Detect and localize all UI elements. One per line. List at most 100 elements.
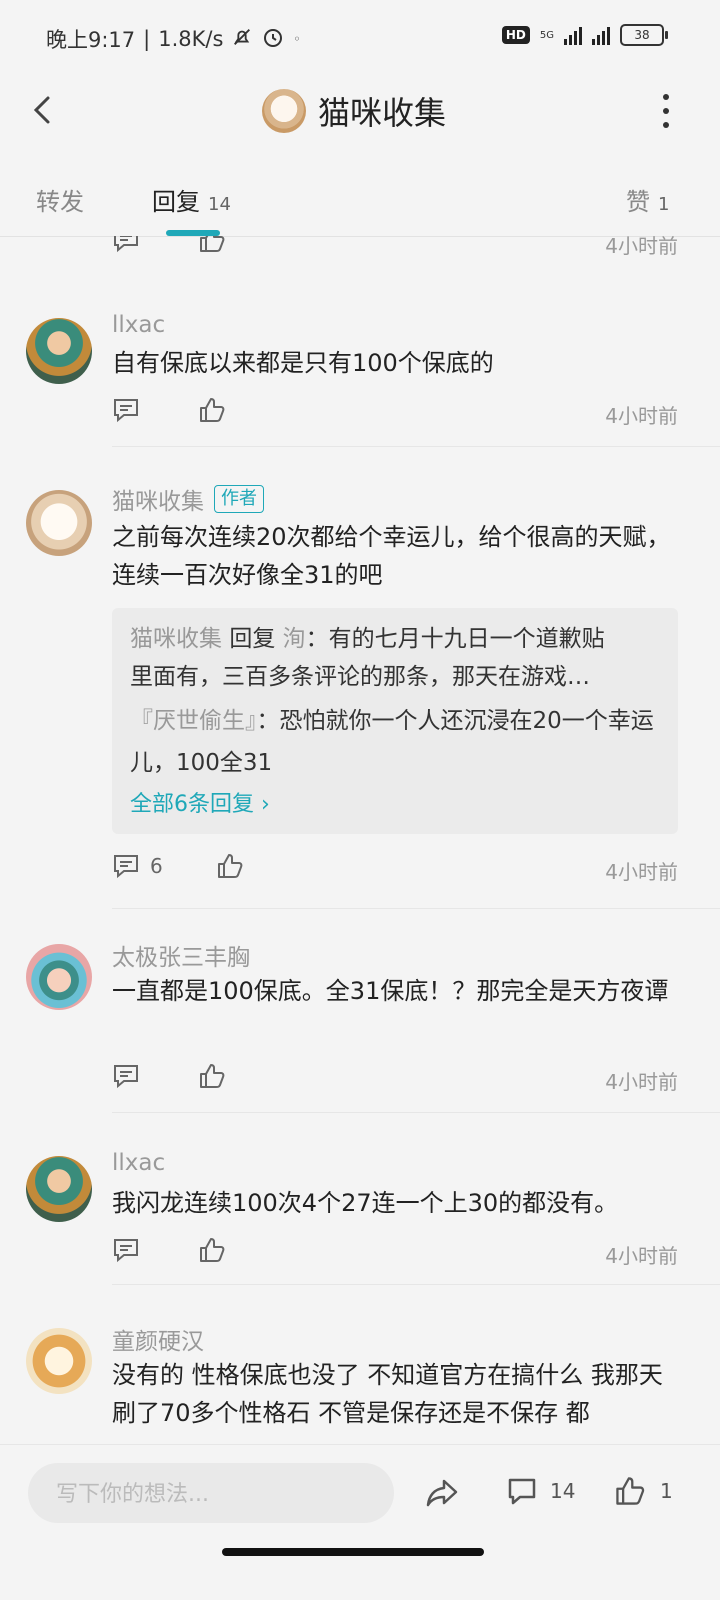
bottom-bar: 14 1 bbox=[0, 1444, 720, 1543]
share-button[interactable] bbox=[424, 1477, 460, 1513]
like-action[interactable] bbox=[216, 852, 244, 884]
tab-replies-label: 回复 bbox=[152, 188, 200, 216]
sub-replies-box[interactable]: 猫咪收集 回复 洵：有的七月十九日一个道歉贴 里面有，三百多条评论的那条，那天在… bbox=[112, 608, 678, 834]
like-action[interactable] bbox=[198, 1062, 226, 1094]
comment-time: 4小时前 bbox=[605, 1244, 678, 1268]
tab-replies-count: 14 bbox=[208, 194, 231, 215]
status-speed: 1.8K/s bbox=[158, 27, 224, 51]
like-action[interactable] bbox=[198, 236, 226, 258]
username-text: llxac bbox=[112, 312, 166, 338]
reply-action[interactable] bbox=[112, 236, 140, 254]
tab-replies[interactable]: 回复 14 bbox=[152, 182, 231, 217]
like-action[interactable] bbox=[198, 396, 226, 428]
tab-likes[interactable]: 赞1 bbox=[626, 182, 669, 217]
share-icon bbox=[426, 1479, 458, 1507]
alarm-icon bbox=[261, 25, 285, 54]
sub-reply-target[interactable]: 洵 bbox=[283, 626, 306, 652]
hd-badge: HD bbox=[501, 26, 530, 44]
reply-action[interactable] bbox=[112, 1236, 140, 1264]
comment-username[interactable]: 猫咪收集 作者 bbox=[112, 482, 264, 516]
like-button[interactable]: 1 bbox=[614, 1475, 673, 1507]
thumbs-up-icon bbox=[218, 854, 243, 878]
comments-count: 14 bbox=[550, 1479, 576, 1503]
sub-reply[interactable]: 猫咪收集 回复 洵：有的七月十九日一个道歉贴 bbox=[130, 620, 660, 658]
signal-icon-2 bbox=[592, 25, 610, 45]
comment-username[interactable]: llxac bbox=[112, 1150, 165, 1176]
sub-reply-username[interactable]: 猫咪收集 bbox=[130, 626, 222, 652]
mute-icon bbox=[231, 26, 253, 53]
comment-time: 4小时前 bbox=[605, 404, 678, 428]
back-button[interactable] bbox=[24, 90, 64, 130]
all-replies-label: 全部6条回复 bbox=[130, 792, 254, 817]
username-text: 太极张三丰胸 bbox=[112, 945, 250, 971]
thumbs-up-icon bbox=[200, 1064, 225, 1088]
sub-reply-username[interactable]: 『厌世偷生』 bbox=[130, 708, 257, 734]
partial-actions-row: 4小时前 bbox=[112, 236, 678, 260]
comment-icon bbox=[114, 1065, 138, 1089]
author-badge: 作者 bbox=[214, 485, 264, 513]
comment-icon bbox=[114, 855, 138, 879]
username-text: 童颜硬汉 bbox=[112, 1329, 204, 1355]
sub-reply-verb: 回复 bbox=[229, 626, 276, 652]
back-arrow-icon bbox=[33, 96, 50, 124]
chevron-right-icon: › bbox=[261, 792, 270, 817]
network-label: 5G bbox=[539, 29, 554, 41]
comment-username[interactable]: 童颜硬汉 bbox=[112, 1322, 204, 1356]
comment-icon bbox=[508, 1478, 536, 1505]
home-indicator[interactable] bbox=[222, 1548, 484, 1556]
thumbs-up-icon bbox=[200, 236, 225, 252]
comment-text[interactable]: 一直都是100保底。全31保底！？那完全是天方夜谭 bbox=[112, 972, 672, 1010]
title-avatar[interactable] bbox=[262, 89, 306, 133]
user-avatar[interactable] bbox=[26, 1328, 92, 1394]
tab-forward-label: 转发 bbox=[36, 188, 84, 216]
divider bbox=[112, 1284, 720, 1285]
comment-feed[interactable]: 4小时前 llxac 自有保底以来都是只有100个保底的 4小时前 猫咪收集 作… bbox=[0, 236, 720, 1444]
page-title: 猫咪收集 bbox=[318, 94, 447, 132]
sub-reply[interactable]: 『厌世偷生』：恐怕就你一个人还沉浸在20一个幸运儿，100全31 bbox=[130, 700, 660, 784]
tab-likes-label: 赞 bbox=[626, 188, 650, 216]
comment-text[interactable]: 自有保底以来都是只有100个保底的 bbox=[112, 344, 672, 382]
comment-input-box[interactable] bbox=[28, 1463, 394, 1525]
more-options-button[interactable] bbox=[656, 94, 676, 128]
like-action[interactable] bbox=[198, 1236, 226, 1268]
comment-time: 4小时前 bbox=[605, 1070, 678, 1094]
comments-button[interactable]: 14 bbox=[506, 1475, 575, 1507]
comment-username[interactable]: 太极张三丰胸 bbox=[112, 938, 250, 972]
comment-text[interactable]: 我闪龙连续100次4个27连一个上30的都没有。 bbox=[112, 1184, 672, 1222]
tab-likes-count: 1 bbox=[658, 194, 670, 215]
username-text: 猫咪收集 bbox=[112, 489, 204, 515]
divider bbox=[112, 1112, 720, 1113]
tab-forward[interactable]: 转发 bbox=[36, 182, 84, 217]
title-bar: 猫咪收集 bbox=[0, 76, 720, 148]
user-avatar[interactable] bbox=[26, 490, 92, 556]
divider bbox=[112, 908, 720, 909]
status-bar: 晚上9:17 | 1.8K/s ◦ HD 5G 38 bbox=[0, 0, 720, 76]
comment-actions: 4小时前 bbox=[112, 1062, 678, 1096]
comment-actions: 4小时前 bbox=[112, 396, 678, 430]
comment-text[interactable]: 没有的 性格保底也没了 不知道官方在搞什么 我那天刷了70多个性格石 不管是保存… bbox=[112, 1356, 672, 1432]
comment-text[interactable]: 之前每次连续20次都给个幸运儿，给个很高的天赋，连续一百次好像全31的吧 bbox=[112, 518, 672, 594]
status-left: 晚上9:17 | 1.8K/s ◦ bbox=[46, 24, 301, 54]
user-avatar[interactable] bbox=[26, 944, 92, 1010]
divider bbox=[112, 446, 720, 447]
comment-icon bbox=[114, 1239, 138, 1263]
all-replies-link[interactable]: 全部6条回复 › bbox=[130, 786, 270, 818]
like-count: 1 bbox=[660, 1479, 673, 1503]
thumbs-up-icon bbox=[200, 398, 225, 422]
comment-icon bbox=[114, 399, 138, 423]
comment-input[interactable] bbox=[54, 1463, 378, 1525]
username-text: llxac bbox=[112, 1150, 166, 1176]
user-avatar[interactable] bbox=[26, 318, 92, 384]
comment-actions: 4小时前 bbox=[112, 1236, 678, 1270]
reply-action[interactable]: 6 bbox=[112, 852, 163, 880]
comment-time: 4小时前 bbox=[605, 860, 678, 884]
status-time: 晚上9:17 bbox=[46, 28, 136, 52]
user-avatar[interactable] bbox=[26, 1156, 92, 1222]
comment-username[interactable]: llxac bbox=[112, 312, 165, 338]
title-wrap[interactable]: 猫咪收集 bbox=[262, 88, 446, 134]
sub-reply-continued: 里面有，三百多条评论的那条，那天在游戏… bbox=[130, 664, 590, 690]
reply-count: 6 bbox=[150, 854, 163, 878]
reply-action[interactable] bbox=[112, 396, 140, 424]
reply-action[interactable] bbox=[112, 1062, 140, 1090]
tab-bar: 转发 回复 14 赞1 bbox=[0, 168, 720, 237]
